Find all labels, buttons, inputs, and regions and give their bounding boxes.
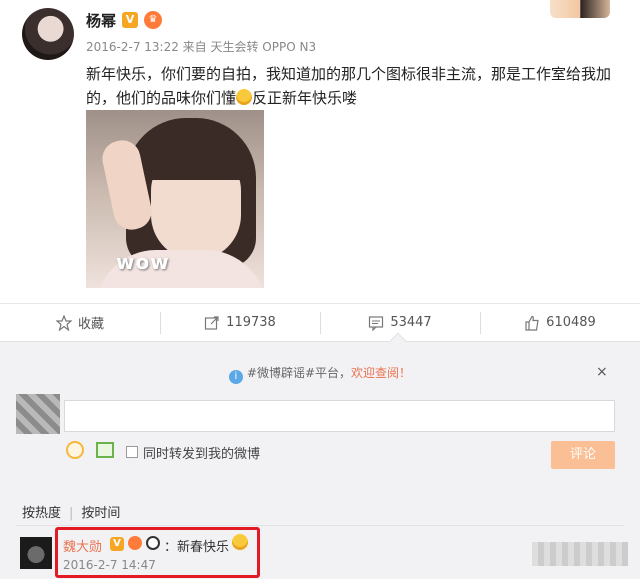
comment-sort: 按热度 | 按时间 — [22, 502, 128, 521]
sticker-image — [550, 0, 610, 18]
info-icon: i — [228, 370, 243, 384]
verified-badge: V — [122, 12, 138, 28]
sort-by-time[interactable]: 按时间 — [81, 506, 120, 521]
photo-bangs — [141, 135, 251, 180]
comment-count: 53447 — [390, 315, 432, 330]
action-bar: 收藏 119738 53447 610489 — [0, 303, 640, 341]
notice-link[interactable]: 欢迎查阅！ — [351, 366, 411, 380]
repost-count: 119738 — [226, 315, 276, 330]
post-text-part2: 反正新年快乐喽 — [252, 89, 358, 107]
star-icon — [55, 314, 72, 331]
current-user-avatar — [16, 394, 60, 434]
favorite-label: 收藏 — [77, 317, 104, 332]
post-text: 新年快乐，你们要的自拍，我知道加的那几个图标很非主流，那是工作室给我加的，他们的… — [86, 62, 626, 110]
favorite-button[interactable]: 收藏 — [0, 304, 160, 341]
close-icon[interactable]: × — [596, 364, 608, 380]
repost-checkbox[interactable] — [126, 446, 138, 458]
emoji-icon[interactable] — [66, 441, 84, 459]
comment-divider — [16, 525, 624, 526]
like-button[interactable]: 610489 — [480, 304, 640, 341]
author-name[interactable]: 杨幂 — [86, 10, 116, 31]
author-avatar[interactable] — [22, 8, 74, 60]
repost-icon — [205, 315, 219, 330]
sort-by-hot[interactable]: 按热度 — [22, 506, 61, 521]
rumor-notice: i #微博辟谣#平台，欢迎查阅！ — [0, 364, 640, 384]
repost-button[interactable]: 119738 — [160, 304, 320, 341]
smile-emoji-icon — [236, 89, 253, 105]
submit-comment-button[interactable]: 评论 — [551, 441, 615, 469]
like-count: 610489 — [546, 315, 596, 330]
comment-icon — [369, 315, 384, 331]
repost-checkbox-label[interactable]: 同时转发到我的微博 — [143, 443, 260, 462]
highlight-box — [55, 527, 260, 578]
comment-input[interactable] — [64, 400, 615, 432]
post-photo[interactable]: wow — [86, 110, 264, 288]
sort-separator: | — [69, 506, 74, 521]
notice-text: #微博辟谣#平台， — [246, 366, 352, 380]
commenter-avatar[interactable] — [20, 537, 52, 569]
watermark — [532, 542, 628, 566]
image-icon[interactable] — [96, 442, 114, 458]
photo-caption: wow — [116, 250, 170, 274]
like-icon — [525, 315, 539, 331]
post-meta: 2016-2-7 13:22 来自 天生会转 OPPO N3 — [86, 40, 317, 54]
member-badge-icon: ♛ — [144, 11, 162, 29]
